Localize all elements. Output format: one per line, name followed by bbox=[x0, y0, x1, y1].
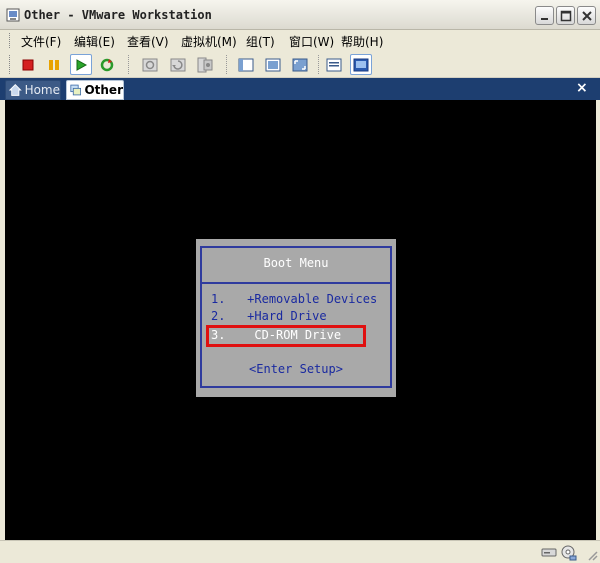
power-on-button[interactable] bbox=[70, 54, 92, 75]
boot-option-label: +Removable Devices bbox=[247, 292, 378, 306]
minimize-button[interactable] bbox=[535, 6, 554, 25]
normal-view-button[interactable] bbox=[235, 54, 257, 75]
home-icon bbox=[9, 83, 22, 96]
menu-view[interactable]: 查看(V) bbox=[127, 33, 169, 50]
stop-icon bbox=[22, 59, 34, 70]
tab-other[interactable]: Other bbox=[66, 80, 124, 100]
toolbar-separator bbox=[128, 55, 129, 74]
summary-view-button[interactable] bbox=[323, 54, 345, 75]
vmware-app-icon bbox=[6, 8, 20, 22]
pause-icon bbox=[49, 59, 59, 70]
maximize-button[interactable] bbox=[556, 6, 575, 25]
cd-rom-icon[interactable] bbox=[561, 545, 577, 561]
boot-option-number: 2. bbox=[211, 309, 226, 323]
boot-option-hard-drive[interactable]: 2. +Hard Drive bbox=[211, 309, 327, 323]
maximize-icon bbox=[560, 10, 572, 22]
menu-file[interactable]: 文件(F) bbox=[21, 33, 61, 50]
snapshot-manager-button[interactable] bbox=[194, 54, 216, 75]
boot-menu-title: Boot Menu bbox=[263, 256, 329, 270]
close-button[interactable] bbox=[577, 6, 596, 25]
toolbar-grip[interactable] bbox=[9, 55, 11, 74]
selection-highlight-box bbox=[206, 325, 366, 347]
menu-team[interactable]: 组(T) bbox=[246, 33, 275, 50]
normal-view-icon bbox=[238, 58, 254, 71]
tab-home-label: Home bbox=[24, 83, 60, 97]
fullscreen-icon bbox=[292, 58, 308, 71]
summary-view-icon bbox=[326, 58, 342, 71]
minimize-icon bbox=[541, 18, 548, 20]
take-snapshot-button[interactable] bbox=[139, 54, 161, 75]
tab-home[interactable]: Home bbox=[5, 80, 61, 100]
hard-disk-icon[interactable] bbox=[541, 545, 557, 559]
menu-windows[interactable]: 窗口(W) bbox=[289, 33, 334, 50]
reset-button[interactable] bbox=[96, 54, 118, 75]
toolbar bbox=[0, 51, 600, 78]
console-view-button[interactable] bbox=[350, 54, 372, 75]
reset-icon bbox=[100, 58, 114, 71]
suspend-button[interactable] bbox=[43, 54, 65, 75]
boot-option-label: +Hard Drive bbox=[247, 309, 327, 323]
window-title: Other - VMware Workstation bbox=[24, 8, 212, 22]
menu-help[interactable]: 帮助(H) bbox=[341, 33, 383, 50]
power-off-button[interactable] bbox=[17, 54, 39, 75]
menu-grip[interactable] bbox=[9, 33, 11, 48]
close-tab-button[interactable]: × bbox=[576, 80, 588, 96]
title-bar: Other - VMware Workstation bbox=[0, 0, 600, 30]
quick-switch-icon bbox=[265, 58, 281, 71]
console-view-icon bbox=[353, 58, 369, 71]
toolbar-separator bbox=[226, 55, 227, 74]
tab-other-label: Other bbox=[84, 83, 123, 97]
enter-setup-option[interactable]: <Enter Setup> bbox=[196, 362, 396, 376]
quick-switch-button[interactable] bbox=[262, 54, 284, 75]
revert-snapshot-icon bbox=[170, 58, 186, 71]
menu-edit[interactable]: 编辑(E) bbox=[74, 33, 115, 50]
menu-vm[interactable]: 虚拟机(M) bbox=[181, 33, 237, 50]
resize-grip-icon[interactable] bbox=[586, 549, 598, 561]
snapshot-manager-icon bbox=[197, 57, 213, 72]
tab-strip: Home Other bbox=[0, 78, 600, 100]
fullscreen-button[interactable] bbox=[289, 54, 311, 75]
toolbar-separator bbox=[318, 55, 319, 74]
vm-console-screen[interactable]: Boot Menu 1. +Removable Devices 2. +Hard… bbox=[5, 100, 596, 540]
status-bar bbox=[0, 540, 600, 563]
snapshot-icon bbox=[142, 58, 158, 71]
play-icon bbox=[76, 58, 87, 71]
boot-menu-dialog: Boot Menu 1. +Removable Devices 2. +Hard… bbox=[196, 239, 396, 397]
boot-option-number: 1. bbox=[211, 292, 226, 306]
boot-menu-divider bbox=[201, 282, 391, 284]
close-icon bbox=[582, 11, 592, 21]
vm-icon bbox=[70, 84, 82, 96]
menu-bar: 文件(F) 编辑(E) 查看(V) 虚拟机(M) 组(T) 窗口(W) 帮助(H… bbox=[0, 30, 600, 51]
revert-snapshot-button[interactable] bbox=[167, 54, 189, 75]
boot-option-removable[interactable]: 1. +Removable Devices bbox=[211, 292, 377, 306]
